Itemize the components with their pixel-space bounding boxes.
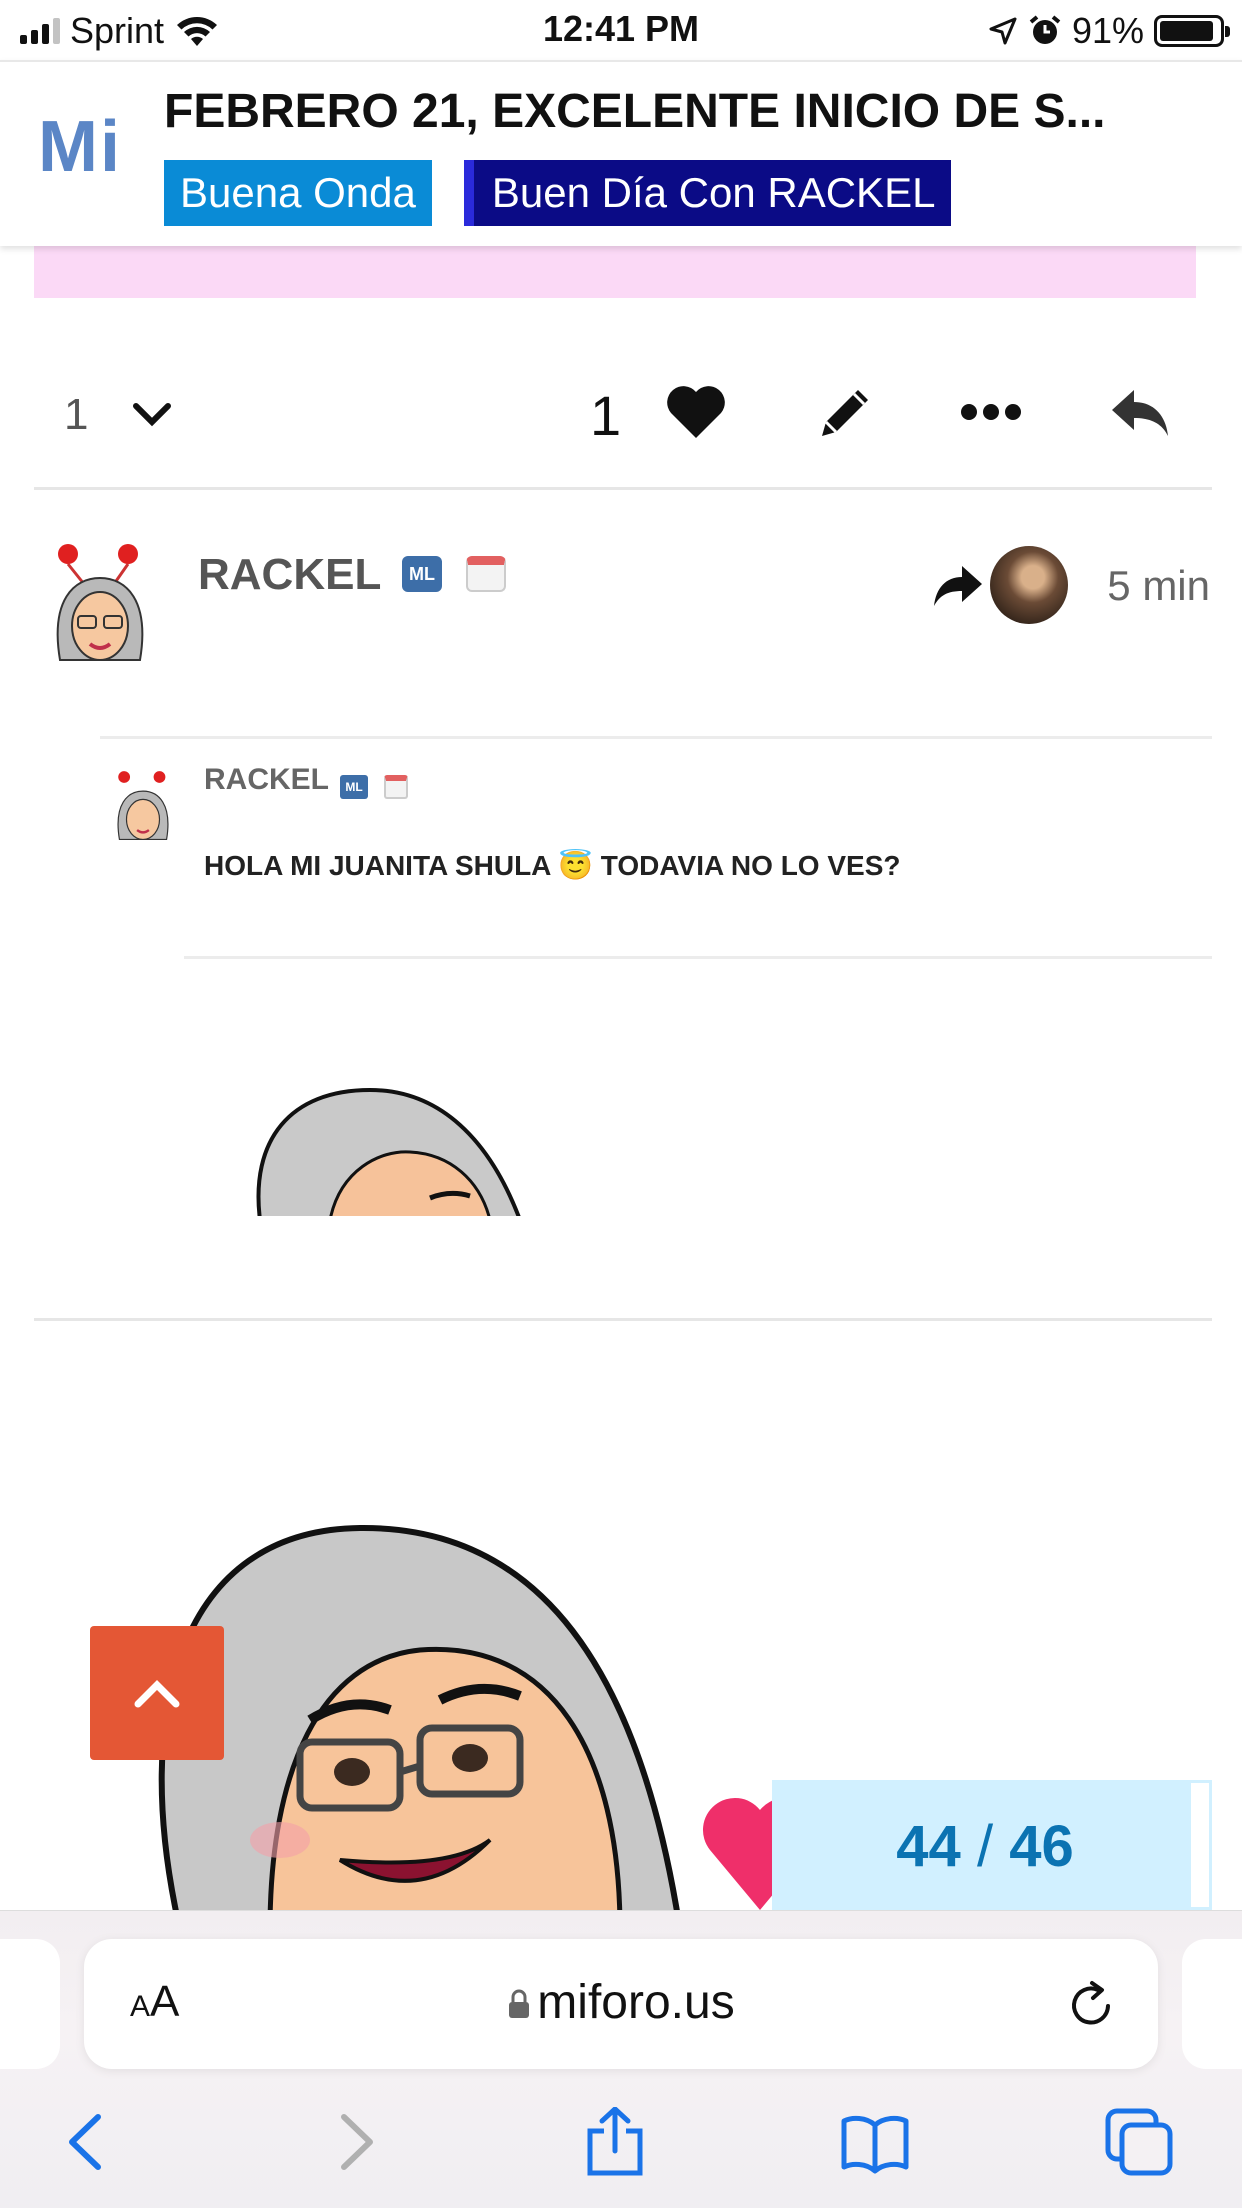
- post-username[interactable]: RACKEL: [198, 550, 381, 600]
- category-badge-buena-onda[interactable]: Buena Onda: [164, 160, 432, 226]
- site-header: Mi FEBRERO 21, EXCELENTE INICIO DE S... …: [0, 60, 1242, 246]
- post-time[interactable]: 5 min: [1107, 562, 1210, 610]
- reply-count: 1: [64, 390, 89, 439]
- post-controls: 1 1: [34, 350, 1212, 490]
- address-bar[interactable]: AA miforo.us: [84, 1939, 1158, 2069]
- like-count: 1: [590, 383, 622, 447]
- status-bar: Sprint 12:41 PM 91%: [0, 0, 1242, 60]
- progress-current: 44: [896, 1814, 961, 1879]
- tabs-icon[interactable]: [1104, 2107, 1174, 2177]
- replies-toggle[interactable]: 1: [64, 380, 172, 450]
- quote-badge-ml: ML: [340, 775, 368, 799]
- scroll-to-top-button[interactable]: [90, 1626, 224, 1760]
- quote-divider: [184, 956, 1212, 959]
- post-image-bitmoji: [256, 1087, 521, 1216]
- quote-text: HOLA MI JUANITA SHULA 😇 TODAVIA NO LO VE…: [204, 850, 901, 881]
- topic-title[interactable]: FEBRERO 21, EXCELENTE INICIO DE S...: [164, 84, 1204, 139]
- quote-username[interactable]: RACKEL: [204, 763, 329, 797]
- calendar-badge-icon: [466, 556, 506, 592]
- reply-to-avatar[interactable]: [990, 546, 1068, 624]
- back-icon[interactable]: [52, 2107, 122, 2177]
- share-icon[interactable]: [580, 2107, 650, 2177]
- topic-progress[interactable]: 44 / 46: [772, 1780, 1212, 1910]
- battery-icon: [1154, 15, 1230, 47]
- reload-icon[interactable]: [1064, 1979, 1118, 2033]
- user-badge-ml: ML: [402, 556, 442, 592]
- heart-icon[interactable]: [664, 382, 728, 442]
- next-tab-preview[interactable]: [1182, 1939, 1242, 2069]
- site-logo[interactable]: Mi: [38, 106, 122, 188]
- url-text[interactable]: miforo.us: [537, 1976, 734, 2029]
- progress-text: 44 / 46: [775, 1813, 1195, 1880]
- reply-icon[interactable]: [1108, 386, 1172, 440]
- quote-calendar-icon: [384, 775, 408, 799]
- quote-block: RACKEL ML HOLA MI JUANITA SHULA 😇 TODAVI…: [100, 736, 1212, 960]
- user-avatar[interactable]: [44, 540, 156, 680]
- more-icon[interactable]: [960, 394, 1022, 430]
- post-divider: [34, 1318, 1212, 1321]
- chevron-down-icon: [133, 403, 172, 427]
- alarm-icon: [1029, 15, 1061, 44]
- browser-toolbar: AA miforo.us: [0, 1910, 1242, 2208]
- previous-tab-preview[interactable]: [0, 1939, 60, 2069]
- category-badge-buen-dia[interactable]: Buen Día Con RACKEL: [463, 160, 952, 226]
- bookmarks-icon[interactable]: [840, 2107, 910, 2177]
- progress-total: 46: [1009, 1814, 1074, 1879]
- battery-percent: 91%: [1071, 10, 1144, 51]
- forward-icon[interactable]: [320, 2107, 390, 2177]
- lock-icon: [509, 1989, 530, 2018]
- location-icon: [989, 17, 1017, 45]
- quote-avatar: [117, 771, 169, 841]
- pencil-icon[interactable]: [814, 382, 876, 444]
- share-arrow-icon: [934, 566, 982, 606]
- chevron-up-icon: [134, 1680, 180, 1708]
- progress-separator: /: [976, 1814, 994, 1879]
